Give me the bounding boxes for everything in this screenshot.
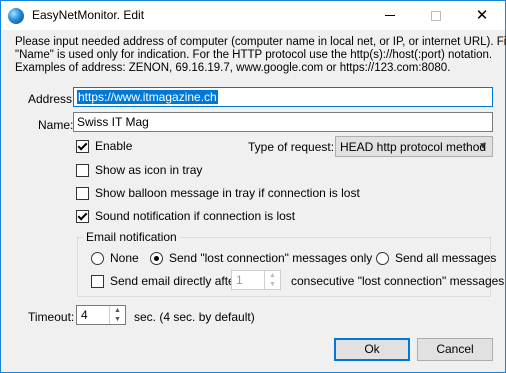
maximize-button[interactable] [413,1,459,30]
timeout-label: Timeout: [28,310,75,324]
request-type-select[interactable]: HEAD http protocol method ▼ [335,136,493,157]
email-none-label: None [110,251,139,265]
cancel-button[interactable]: Cancel [417,338,493,361]
close-icon: ✕ [475,7,489,24]
radio-circle [376,251,389,265]
email-notification-label: Email notification [83,230,180,244]
email-none-radio[interactable]: None [91,251,139,265]
checkbox-box [76,186,89,200]
sound-notification-label: Sound notification if connection is lost [95,209,296,223]
message-count-value: 1 [236,273,243,287]
show-balloon-checkbox[interactable]: Show balloon message in tray if connecti… [76,186,360,200]
timeout-stepper[interactable]: 4 ▲ ▼ [76,305,126,325]
radio-dot [154,255,159,261]
show-icon-checkbox[interactable]: Show as icon in tray [76,163,202,177]
title-bar[interactable]: EasyNetMonitor. Edit ✕ [1,1,505,30]
email-notification-group [77,237,491,297]
sound-notification-checkbox[interactable]: Sound notification if connection is lost [76,209,295,223]
ok-button[interactable]: Ok [334,338,410,361]
enable-checkbox[interactable]: Enable [76,139,132,153]
name-label: Name: [38,118,74,132]
instructions-line: Examples of address: ZENON, 69.16.19.7, … [15,62,451,74]
minimize-icon [385,15,395,16]
stepper-arrows-icon[interactable]: ▲ ▼ [264,271,280,289]
show-balloon-label: Show balloon message in tray if connecti… [95,186,360,200]
instructions-line: "Name" is used only for indication. For … [15,49,493,61]
address-label: Address: [28,92,76,106]
enable-label: Enable [95,139,133,153]
timeout-suffix: sec. (4 sec. by default) [134,310,255,324]
email-lost-only-label: Send "lost connection" messages only [169,251,373,265]
send-directly-label: Send email directly after [110,274,239,288]
email-all-label: Send all messages [395,251,497,265]
radio-circle [150,251,163,265]
email-all-radio[interactable]: Send all messages [376,251,496,265]
name-value: Swiss IT Mag [77,115,149,129]
show-icon-label: Show as icon in tray [95,163,203,177]
checkbox-box [76,163,89,177]
send-directly-checkbox[interactable]: Send email directly after [91,274,239,288]
stepper-arrows-icon[interactable]: ▲ ▼ [109,306,125,324]
maximize-icon [431,10,441,21]
request-type-label: Type of request: [248,140,335,154]
checkmark-icon [77,140,88,150]
checkbox-box [76,209,89,223]
minimize-button[interactable] [367,1,413,30]
edit-dialog: EasyNetMonitor. Edit ✕ Please input need… [0,0,506,373]
checkmark-icon [77,210,88,220]
name-input[interactable]: Swiss IT Mag [73,112,493,132]
chevron-down-icon: ▼ [478,141,488,152]
request-type-value: HEAD http protocol method [340,140,487,154]
checkbox-box [91,274,104,288]
instructions-text: Please input needed address of computer … [15,36,506,75]
globe-icon [8,8,24,24]
instructions-line: Please input needed address of computer … [15,36,506,48]
close-button[interactable]: ✕ [459,1,505,30]
email-lost-only-radio[interactable]: Send "lost connection" messages only [150,251,372,265]
timeout-value: 4 [81,308,88,322]
address-input[interactable]: https://www.itmagazine.ch [73,87,493,107]
window-title: EasyNetMonitor. Edit [32,8,145,22]
checkbox-box [76,139,89,153]
radio-circle [91,251,104,265]
message-count-suffix: consecutive "lost connection" messages [291,274,505,288]
message-count-stepper[interactable]: 1 ▲ ▼ [231,270,281,290]
address-value: https://www.itmagazine.ch [77,90,218,104]
